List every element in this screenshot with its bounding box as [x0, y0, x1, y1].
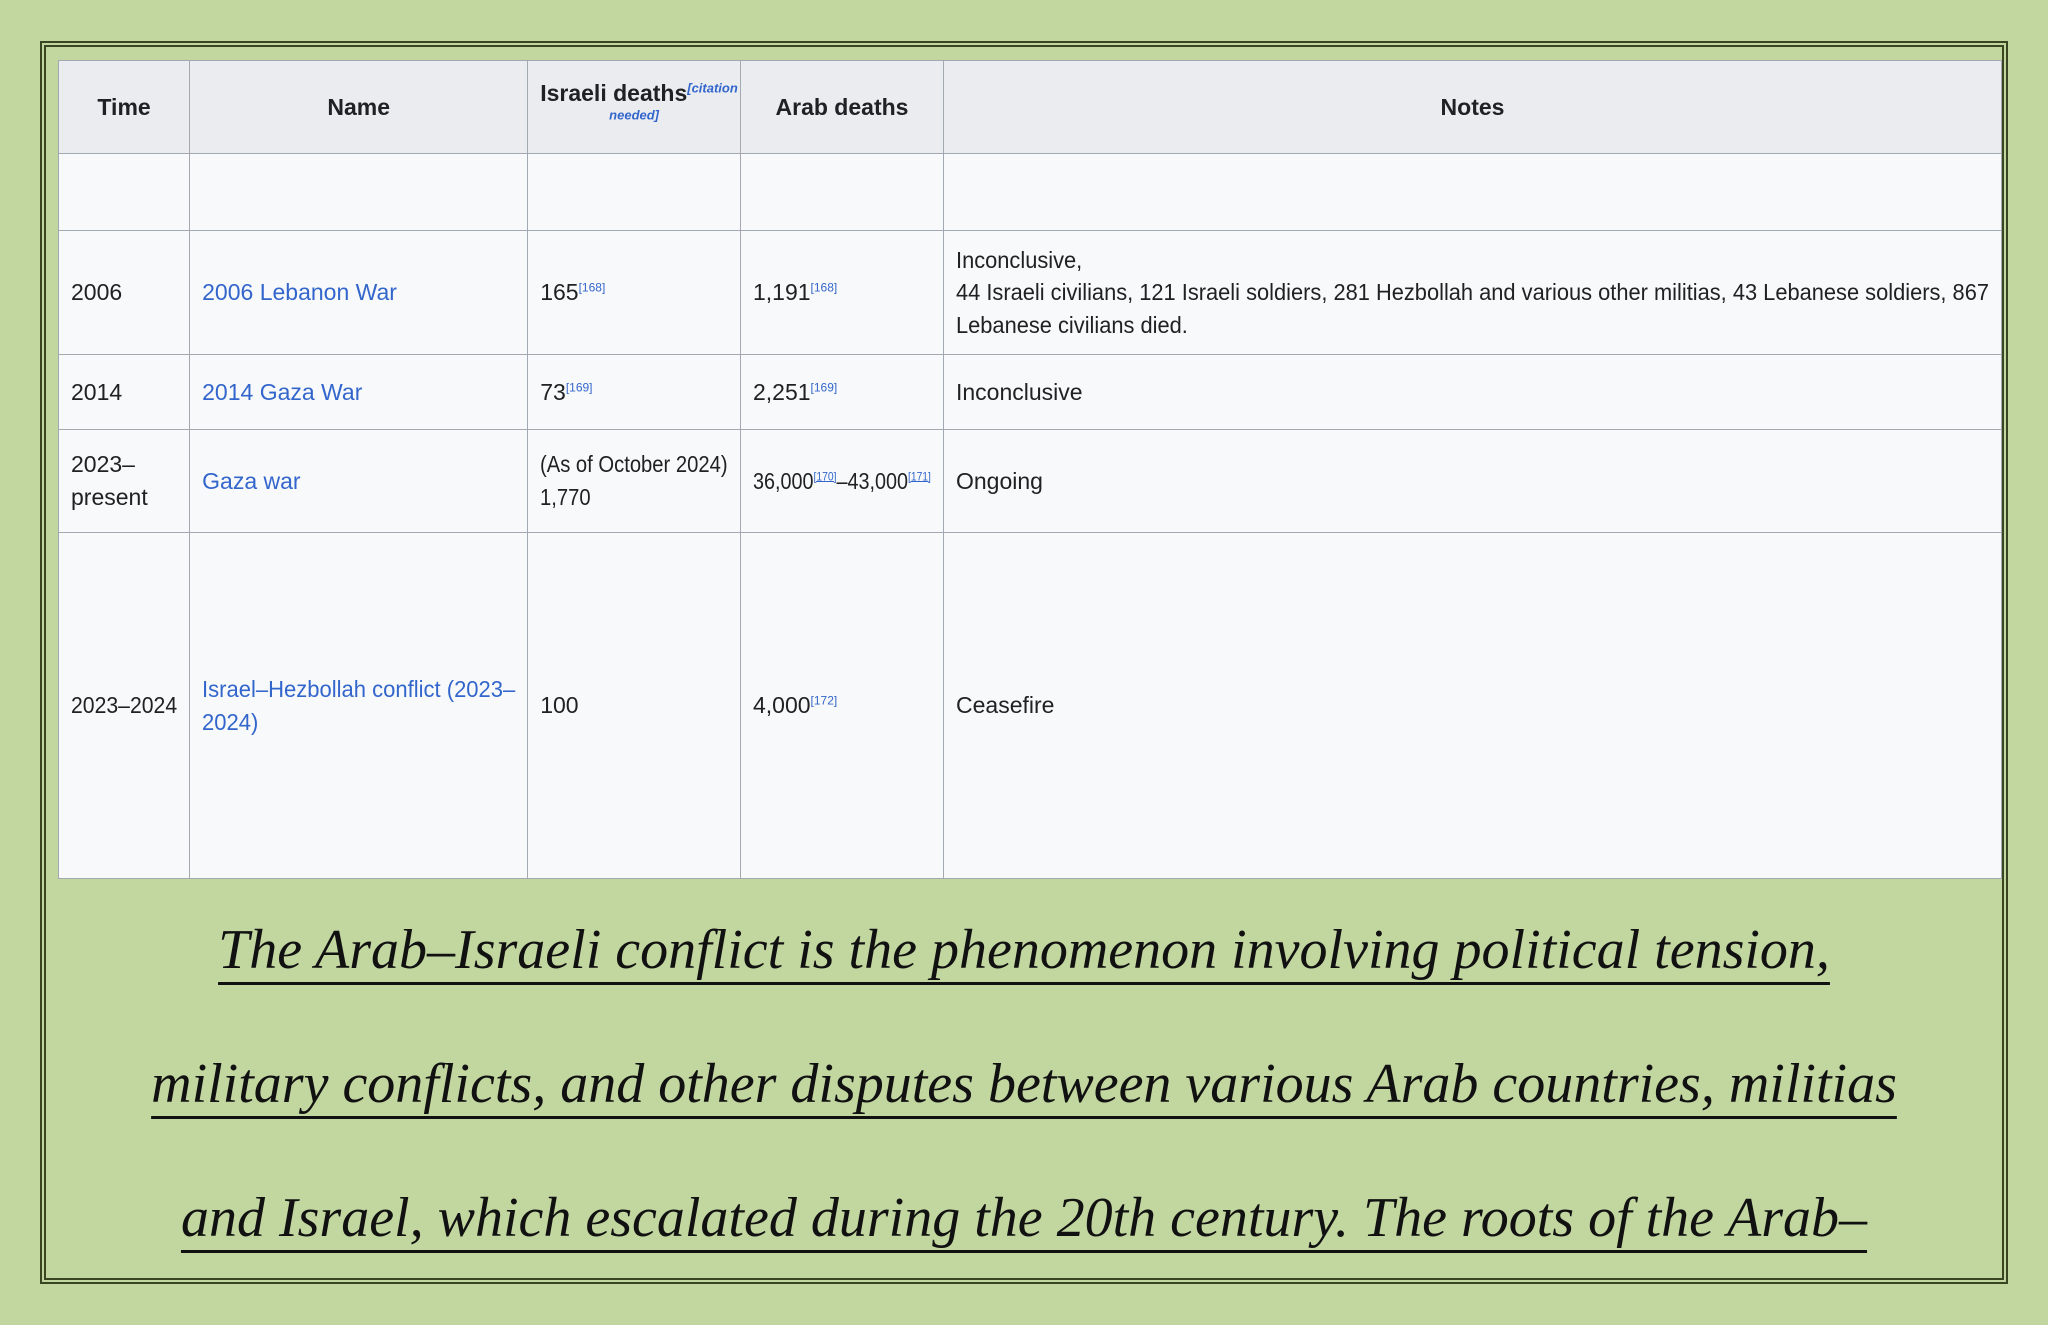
citation-ref[interactable]: [168]	[579, 281, 606, 295]
arab-deaths-cell: 1,191[168]	[739, 230, 945, 355]
col-header-time: Time	[57, 60, 191, 154]
name-cell: 2014 Gaza War	[189, 354, 529, 430]
notes-cell: Ongoing	[943, 429, 2002, 533]
notes-cell: Ceasefire	[943, 532, 2002, 879]
time-cell: 2023– present	[57, 429, 191, 533]
time-cell	[57, 153, 191, 231]
name-cell: Israel–Hezbollah conflict (2023– 2024)	[189, 532, 529, 879]
name-cell: Gaza war	[189, 429, 529, 533]
israeli-deaths-cell	[527, 153, 741, 231]
citation-ref[interactable]: [171]	[908, 469, 931, 483]
caption-block: The Arab–Israeli conflict is the phenome…	[46, 883, 2002, 1285]
caption-line: military conflicts, and other disputes b…	[151, 1053, 1897, 1115]
name-cell	[189, 153, 529, 231]
col-header-israeli-deaths: Israeli deaths[citation needed]	[527, 60, 741, 154]
time-cell: 2014	[57, 354, 191, 430]
time-cell: 2023–2024	[57, 532, 191, 879]
table-row: 2014 2014 Gaza War 73[169] 2,251[169] Inconc…	[57, 354, 2002, 430]
content-frame: Time Name Israeli deaths[citation needed]…	[40, 41, 2008, 1284]
col-header-name: Name	[189, 60, 529, 154]
israeli-deaths-cell: 100	[527, 532, 741, 879]
citation-ref[interactable]: [169]	[811, 380, 838, 394]
arab-deaths-cell	[739, 153, 945, 231]
wiki-link[interactable]: 2014 Gaza War	[202, 379, 362, 405]
wiki-link[interactable]: Gaza war	[202, 468, 300, 494]
citation-ref[interactable]: [169]	[566, 380, 593, 394]
citation-ref[interactable]: [170]	[813, 469, 836, 483]
arab-deaths-cell: 36,000[170]–43,000[171]	[739, 429, 945, 533]
notes-cell: Inconclusive	[943, 354, 2002, 430]
arab-deaths-cell: 4,000[172]	[739, 532, 945, 879]
wiki-link[interactable]: 2006 Lebanon War	[202, 279, 397, 305]
arab-deaths-cell: 2,251[169]	[739, 354, 945, 430]
table-row: 2006 2006 Lebanon War 165[168] 1,191[168] In…	[57, 230, 2002, 355]
israeli-deaths-cell: (As of October 2024) 1,770	[527, 429, 741, 533]
caption-line: The Arab–Israeli conflict is the phenome…	[218, 919, 1830, 981]
table-header-row: Time Name Israeli deaths[citation needed]…	[57, 60, 2002, 154]
notes-cell	[943, 153, 2002, 231]
col-header-notes: Notes	[943, 60, 2002, 154]
col-header-arab-deaths: Arab deaths	[739, 60, 945, 154]
table-row: 2023– present Gaza war (As of October 2024)…	[57, 429, 2002, 533]
time-cell: 2006	[57, 230, 191, 355]
israeli-deaths-cell: 73[169]	[527, 354, 741, 430]
table-row	[57, 153, 2002, 231]
table-row: 2023–2024 Israel–Hezbollah conflict (2023…	[57, 532, 2002, 879]
citation-ref[interactable]: [168]	[811, 281, 838, 295]
notes-cell: Inconclusive, 44 Israeli civilians, 121 I…	[943, 230, 2002, 355]
israeli-deaths-cell: 165[168]	[527, 230, 741, 355]
name-cell: 2006 Lebanon War	[189, 230, 529, 355]
table-body: 2006 2006 Lebanon War 165[168] 1,191[168] In…	[57, 153, 2002, 879]
conflicts-table: Time Name Israeli deaths[citation needed]…	[57, 60, 2002, 879]
citation-ref[interactable]: [172]	[811, 694, 838, 708]
caption-line: and Israel, which escalated during the 2…	[180, 1187, 1868, 1249]
col-header-label: Israeli deaths	[540, 80, 688, 106]
wiki-link[interactable]: Israel–Hezbollah conflict (2023– 2024)	[202, 676, 515, 735]
